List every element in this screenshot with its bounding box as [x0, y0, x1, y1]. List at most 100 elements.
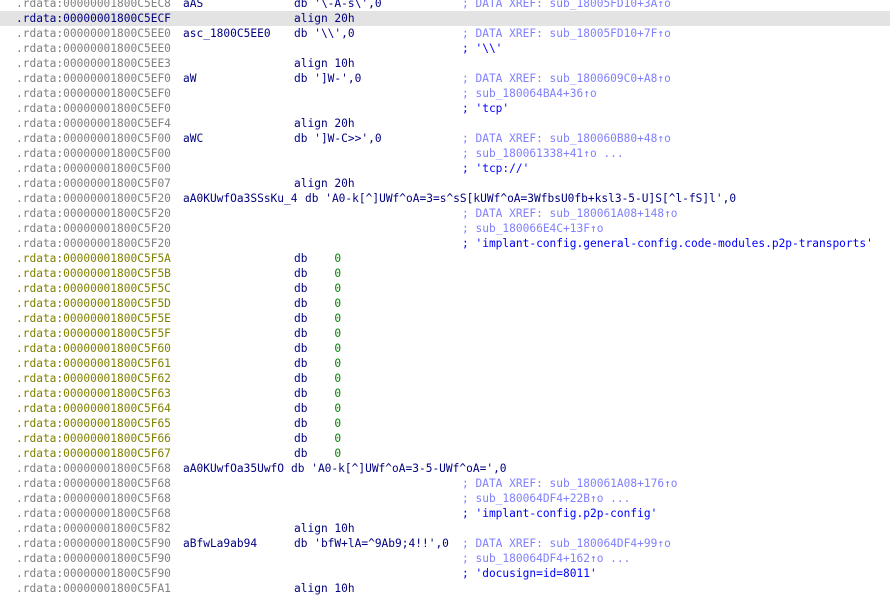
row-address[interactable]: .rdata:00000001800C5EF4	[16, 116, 171, 131]
row-instruction[interactable]: align 10h	[294, 521, 355, 536]
listing-row[interactable]: .rdata:00000001800C5F5E db 0	[0, 311, 890, 326]
listing-row[interactable]: .rdata:00000001800C5F90 aBfwLa9ab94 db 'bf…	[0, 536, 890, 551]
row-address[interactable]: .rdata:00000001800C5EF0	[16, 71, 171, 86]
listing-row[interactable]: .rdata:00000001800C5F20 ; sub_180066E4C+1…	[0, 221, 890, 236]
row-address[interactable]: .rdata:00000001800C5F64	[16, 401, 171, 416]
row-address[interactable]: .rdata:00000001800C5F5D	[16, 296, 171, 311]
row-instruction[interactable]: align 20h	[294, 176, 355, 191]
listing-row[interactable]: .rdata:00000001800C5F65 db 0	[0, 416, 890, 431]
listing-row[interactable]: .rdata:00000001800C5EF0 ; sub_180064BA4+3…	[0, 86, 890, 101]
row-label[interactable]: aWC	[183, 131, 203, 146]
row-address[interactable]: .rdata:00000001800C5F20	[16, 191, 171, 206]
row-address[interactable]: .rdata:00000001800C5F20	[16, 206, 171, 221]
listing-row[interactable]: .rdata:00000001800C5F20 aA0KUwfOa3SSsKu_4…	[0, 191, 890, 206]
listing-row[interactable]: .rdata:00000001800C5F00 ; 'tcp://'	[0, 161, 890, 176]
listing-row[interactable]: .rdata:00000001800C5F5C db 0	[0, 281, 890, 296]
row-instruction[interactable]: db 'bfW+lA=^9Ab9;4!!',0	[294, 536, 449, 551]
row-address[interactable]: .rdata:00000001800C5F5B	[16, 266, 171, 281]
listing-row[interactable]: .rdata:00000001800C5EC8 aAS db '\-A-s\',0;…	[0, 0, 890, 11]
row-instruction[interactable]: align 20h	[294, 116, 355, 131]
row-label[interactable]: aAS	[183, 0, 203, 11]
row-address[interactable]: .rdata:00000001800C5F68	[16, 506, 171, 521]
row-instruction[interactable]: align 10h	[294, 581, 355, 596]
row-instruction[interactable]: db ']W-',0	[294, 71, 361, 86]
row-address[interactable]: .rdata:00000001800C5F5A	[16, 251, 171, 266]
xref-comment[interactable]: ; sub_180061338+41↑o ...	[462, 147, 624, 160]
row-label[interactable]: aBfwLa9ab94	[183, 536, 257, 551]
row-address[interactable]: .rdata:00000001800C5F82	[16, 521, 171, 536]
row-instruction[interactable]: align 10h	[294, 56, 355, 71]
row-address[interactable]: .rdata:00000001800C5F00	[16, 131, 171, 146]
row-undefined-byte[interactable]: db 0	[294, 446, 341, 461]
row-address[interactable]: .rdata:00000001800C5F68	[16, 476, 171, 491]
listing-row[interactable]: .rdata:00000001800C5F5A db 0	[0, 251, 890, 266]
row-undefined-byte[interactable]: db 0	[294, 386, 341, 401]
row-undefined-byte[interactable]: db 0	[294, 416, 341, 431]
row-address[interactable]: .rdata:00000001800C5F66	[16, 431, 171, 446]
listing-row[interactable]: .rdata:00000001800C5F5D db 0	[0, 296, 890, 311]
row-undefined-byte[interactable]: db 0	[294, 281, 341, 296]
row-undefined-byte[interactable]: db 0	[294, 326, 341, 341]
listing-row[interactable]: .rdata:00000001800C5F5F db 0	[0, 326, 890, 341]
row-address[interactable]: .rdata:00000001800C5F60	[16, 341, 171, 356]
listing-row[interactable]: .rdata:00000001800C5F20 ; 'implant-config…	[0, 236, 890, 251]
row-address[interactable]: .rdata:00000001800C5F00	[16, 161, 171, 176]
listing-row[interactable]: .rdata:00000001800C5F00 ; sub_180061338+4…	[0, 146, 890, 161]
row-label[interactable]: aA0KUwfOa35UwfO	[183, 461, 284, 476]
row-label[interactable]: aW	[183, 71, 196, 86]
row-address[interactable]: .rdata:00000001800C5F90	[16, 566, 171, 581]
row-address[interactable]: .rdata:00000001800C5EC8	[16, 0, 171, 11]
listing-row[interactable]: .rdata:00000001800C5F07 align 20h	[0, 176, 890, 191]
row-address[interactable]: .rdata:00000001800C5EF0	[16, 101, 171, 116]
listing-row[interactable]: .rdata:00000001800C5F64 db 0	[0, 401, 890, 416]
row-undefined-byte[interactable]: db 0	[294, 341, 341, 356]
listing-row[interactable]: .rdata:00000001800C5EE3 align 10h	[0, 56, 890, 71]
xref-comment[interactable]: ; DATA XREF: sub_18005FD10+7F↑o	[462, 27, 671, 40]
xref-comment[interactable]: ; DATA XREF: sub_1800609C0+A8↑o	[462, 72, 671, 85]
row-address[interactable]: .rdata:00000001800C5F68	[16, 491, 171, 506]
row-instruction[interactable]: db 'A0-k[^]UWf^oA=3=s^sS[kUWf^oA=3WfbsU0…	[305, 191, 736, 206]
listing-row[interactable]: .rdata:00000001800C5F90 ; 'docusign=id=80…	[0, 566, 890, 581]
listing-row[interactable]: .rdata:00000001800C5F68 ; 'implant-config…	[0, 506, 890, 521]
listing-row[interactable]: .rdata:00000001800C5F60 db 0	[0, 341, 890, 356]
xref-comment[interactable]: ; DATA XREF: sub_180064DF4+99↑o	[462, 537, 671, 550]
listing-row[interactable]: .rdata:00000001800C5EF0 ; 'tcp'	[0, 101, 890, 116]
row-undefined-byte[interactable]: db 0	[294, 251, 341, 266]
row-undefined-byte[interactable]: db 0	[294, 401, 341, 416]
row-address[interactable]: .rdata:00000001800C5EF0	[16, 86, 171, 101]
row-address[interactable]: .rdata:00000001800C5EE3	[16, 56, 171, 71]
row-address[interactable]: .rdata:00000001800C5F5E	[16, 311, 171, 326]
listing-row[interactable]: .rdata:00000001800C5EF4 align 20h	[0, 116, 890, 131]
row-address[interactable]: .rdata:00000001800C5F62	[16, 371, 171, 386]
xref-comment[interactable]: ; sub_180064BA4+36↑o	[462, 87, 597, 100]
listing-row[interactable]: .rdata:00000001800C5F20 ; DATA XREF: sub_…	[0, 206, 890, 221]
row-undefined-byte[interactable]: db 0	[294, 311, 341, 326]
row-instruction[interactable]: db 'A0-k[^]UWf^oA=3-5-UWf^oA=',0	[291, 461, 507, 476]
row-undefined-byte[interactable]: db 0	[294, 356, 341, 371]
listing-row[interactable]: .rdata:00000001800C5F68 ; DATA XREF: sub_…	[0, 476, 890, 491]
disassembly-listing[interactable]: .rdata:00000001800C5EC8 aAS db '\-A-s\',0;…	[0, 0, 890, 596]
row-address[interactable]: .rdata:00000001800C5EE0	[16, 26, 171, 41]
row-label[interactable]: asc_1800C5EE0	[183, 26, 271, 41]
row-instruction[interactable]: db '\-A-s\',0	[294, 0, 382, 11]
xref-comment[interactable]: ; sub_180064DF4+162↑o ...	[462, 552, 630, 565]
row-undefined-byte[interactable]: db 0	[294, 296, 341, 311]
row-address[interactable]: .rdata:00000001800C5F5C	[16, 281, 171, 296]
listing-row[interactable]: .rdata:00000001800C5EE0 asc_1800C5EE0 db '…	[0, 26, 890, 41]
xref-comment[interactable]: ; sub_180064DF4+22B↑o ...	[462, 492, 630, 505]
row-address[interactable]: .rdata:00000001800C5F68	[16, 461, 171, 476]
listing-row[interactable]: .rdata:00000001800C5F68 ; sub_180064DF4+2…	[0, 491, 890, 506]
row-address[interactable]: .rdata:00000001800C5F20	[16, 236, 171, 251]
row-address[interactable]: .rdata:00000001800C5EE0	[16, 41, 171, 56]
xref-comment[interactable]: ; DATA XREF: sub_180061A08+148↑o	[462, 207, 678, 220]
row-address[interactable]: .rdata:00000001800C5F67	[16, 446, 171, 461]
xref-comment[interactable]: ; sub_180066E4C+13F↑o	[462, 222, 603, 235]
row-address[interactable]: .rdata:00000001800C5ECF	[16, 11, 171, 26]
listing-row[interactable]: .rdata:00000001800C5F63 db 0	[0, 386, 890, 401]
listing-row-selected[interactable]: .rdata:00000001800C5ECF align 20h	[0, 11, 890, 26]
listing-row[interactable]: .rdata:00000001800C5F62 db 0	[0, 371, 890, 386]
row-undefined-byte[interactable]: db 0	[294, 371, 341, 386]
row-label[interactable]: aA0KUwfOa3SSsKu_4	[183, 191, 298, 206]
listing-row[interactable]: .rdata:00000001800C5EF0 aW db ']W-',0 ; DAT…	[0, 71, 890, 86]
row-undefined-byte[interactable]: db 0	[294, 431, 341, 446]
